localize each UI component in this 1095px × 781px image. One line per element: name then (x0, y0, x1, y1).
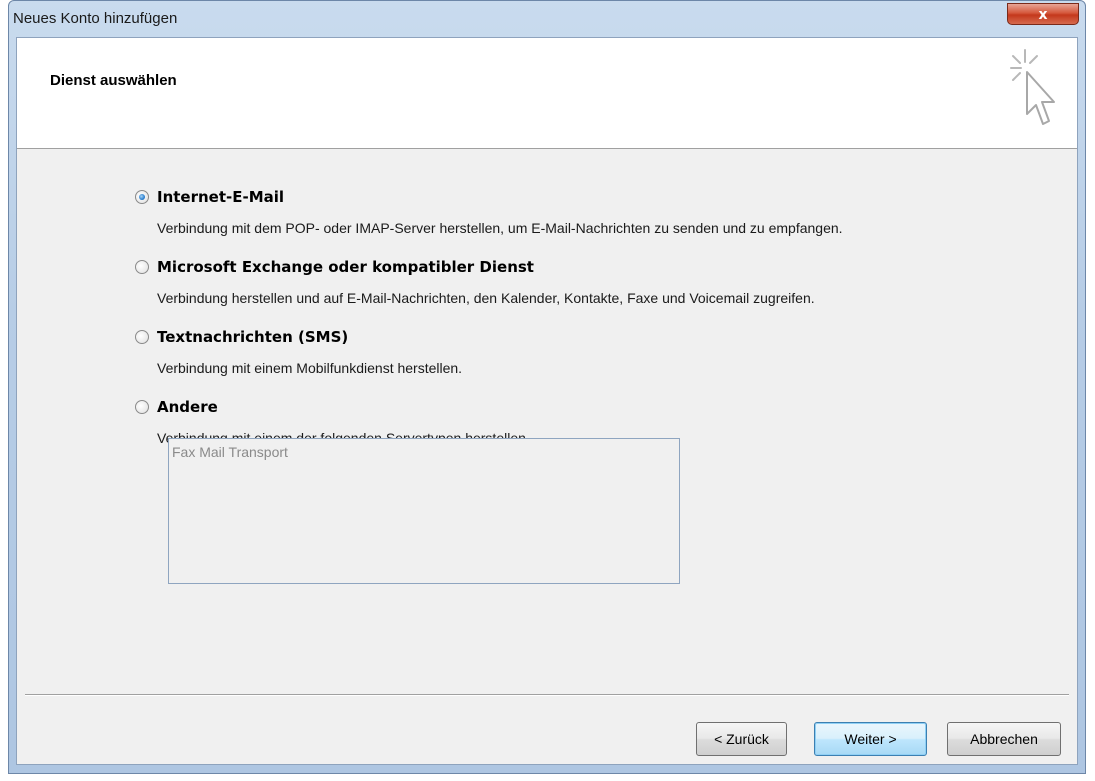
title-bar[interactable]: Neues Konto hinzufügen x (9, 1, 1085, 37)
dialog-client-area: Dienst auswählen Internet-E-Mail Verbind… (16, 37, 1078, 765)
option-label: Microsoft Exchange oder kompatibler Dien… (157, 258, 534, 276)
radio-sms[interactable] (135, 330, 149, 344)
cursor-sparkle-icon (1010, 49, 1055, 125)
next-button[interactable]: Weiter > (814, 722, 927, 756)
wizard-header: Dienst auswählen (17, 38, 1077, 149)
server-type-listbox[interactable]: Fax Mail Transport (168, 438, 680, 584)
option-description: Verbindung mit einem Mobilfunkdienst her… (157, 360, 463, 376)
option-sms[interactable]: Textnachrichten (SMS) Verbindung mit ein… (135, 328, 1035, 398)
radio-exchange[interactable] (135, 260, 149, 274)
option-description: Verbindung herstellen und auf E-Mail-Nac… (157, 290, 815, 306)
dialog-window: Neues Konto hinzufügen x Dienst auswähle… (8, 0, 1086, 774)
option-exchange[interactable]: Microsoft Exchange oder kompatibler Dien… (135, 258, 1035, 328)
radio-internet-email[interactable] (135, 190, 149, 204)
list-item[interactable]: Fax Mail Transport (172, 444, 288, 460)
back-button[interactable]: < Zurück (696, 722, 787, 756)
option-description: Verbindung mit dem POP- oder IMAP-Server… (157, 220, 843, 236)
service-options: Internet-E-Mail Verbindung mit dem POP- … (135, 188, 1035, 468)
window-title: Neues Konto hinzufügen (13, 10, 178, 27)
option-internet-email[interactable]: Internet-E-Mail Verbindung mit dem POP- … (135, 188, 1035, 258)
footer-divider (25, 694, 1069, 696)
cancel-button[interactable]: Abbrechen (947, 722, 1061, 756)
page-title: Dienst auswählen (50, 72, 177, 89)
close-icon: x (1038, 7, 1048, 23)
option-label: Andere (157, 398, 218, 416)
close-button[interactable]: x (1007, 3, 1079, 25)
radio-other[interactable] (135, 400, 149, 414)
option-label: Internet-E-Mail (157, 188, 285, 206)
option-label: Textnachrichten (SMS) (157, 328, 349, 346)
